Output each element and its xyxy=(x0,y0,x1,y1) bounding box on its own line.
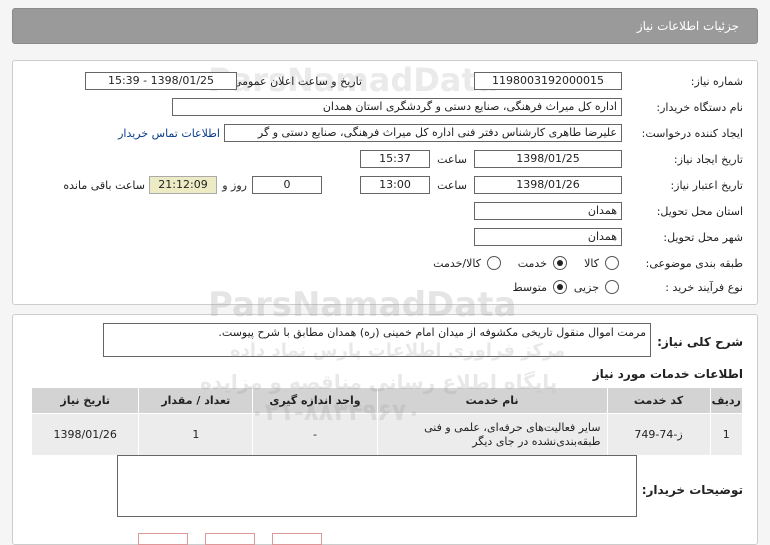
need-details-panel: ParsNamadData شماره نیاز: 11980031920000… xyxy=(12,60,758,305)
watermark-brand: ParsNamadData xyxy=(208,285,517,325)
validity-date-field: 1398/01/26 xyxy=(474,176,622,194)
created-label: تاریخ ایجاد نیاز: xyxy=(673,153,743,166)
days-label: روز و xyxy=(222,179,247,192)
remaining-time-field: 21:12:09 xyxy=(149,176,217,194)
col-date: تاریخ نیاز xyxy=(30,387,140,414)
category-radio-goods-service[interactable] xyxy=(487,256,501,270)
process-label: نوع فرآیند خرید : xyxy=(665,281,743,294)
category-option-service: خدمت xyxy=(517,257,547,270)
days-field: 0 xyxy=(252,176,322,194)
cell-qty: 1 xyxy=(138,413,254,456)
buyer-notes-field xyxy=(117,455,637,517)
col-code: کد خدمت xyxy=(606,387,711,414)
created-date-field: 1398/01/25 xyxy=(474,150,622,168)
remaining-label: ساعت باقی مانده xyxy=(63,179,145,192)
need-number-field: 1198003192000015 xyxy=(474,72,622,90)
page-header: جزئیات اطلاعات نیاز xyxy=(12,8,758,44)
category-option-goods: کالا xyxy=(584,257,599,270)
buyer-field: اداره کل میراث فرهنگی، صنایع دستی و گردش… xyxy=(172,98,622,116)
process-option-medium: متوسط xyxy=(512,281,547,294)
process-option-minor: جزیی xyxy=(573,281,599,294)
col-row: ردیف xyxy=(709,387,744,414)
category-radio-service[interactable] xyxy=(553,256,567,270)
watermark-subtitle: مرکز فراوری اطلاعات پارس نماد داده xyxy=(230,340,566,361)
validity-label: تاریخ اعتبار نیاز: xyxy=(670,179,743,192)
cell-row: 1 xyxy=(709,413,744,456)
page-title: جزئیات اطلاعات نیاز xyxy=(636,19,739,33)
buyer-notes-label: توضیحات خریدار: xyxy=(641,483,743,497)
province-field: همدان xyxy=(474,202,622,220)
bottom-button-3[interactable] xyxy=(272,533,322,545)
requester-field: علیرضا طاهری کارشناس دفتر فنی اداره کل م… xyxy=(224,124,622,142)
validity-time-label: ساعت xyxy=(437,179,467,192)
process-radio-minor[interactable] xyxy=(605,280,619,294)
cell-date: 1398/01/26 xyxy=(30,413,140,456)
summary-label: شرح کلی نیاز: xyxy=(657,335,743,349)
watermark-phone: ۰۲۱-۸۸۳۴۹۶۷۰ xyxy=(250,398,422,426)
created-time-field: 15:37 xyxy=(360,150,430,168)
bottom-button-2[interactable] xyxy=(205,533,255,545)
category-radio-goods[interactable] xyxy=(605,256,619,270)
services-title: اطلاعات خدمات مورد نیاز xyxy=(592,367,743,381)
created-time-label: ساعت xyxy=(437,153,467,166)
province-label: استان محل تحویل: xyxy=(656,205,743,218)
bottom-button-1[interactable] xyxy=(138,533,188,545)
category-option-goods-service: کالا/خدمت xyxy=(433,257,481,270)
validity-time-field: 13:00 xyxy=(360,176,430,194)
category-label: طبقه بندی موضوعی: xyxy=(645,257,743,270)
page: جزئیات اطلاعات نیاز ParsNamadData شماره … xyxy=(0,0,770,545)
announce-label: تاریخ و ساعت اعلان عمومی: xyxy=(229,75,362,88)
need-number-label: شماره نیاز: xyxy=(690,75,743,88)
contact-buyer-link[interactable]: اطلاعات تماس خریدار xyxy=(118,127,220,140)
city-field: همدان xyxy=(474,228,622,246)
city-label: شهر محل تحویل: xyxy=(663,231,743,244)
announce-field: 1398/01/25 - 15:39 xyxy=(85,72,237,90)
buyer-label: نام دستگاه خریدار: xyxy=(656,101,743,114)
cell-code: ز-74-749 xyxy=(606,413,711,456)
requester-label: ایجاد کننده درخواست: xyxy=(641,127,743,140)
watermark-line3: پایگاه اطلاع رسانی مناقصه و مزایده xyxy=(200,370,558,394)
process-radio-medium[interactable] xyxy=(553,280,567,294)
